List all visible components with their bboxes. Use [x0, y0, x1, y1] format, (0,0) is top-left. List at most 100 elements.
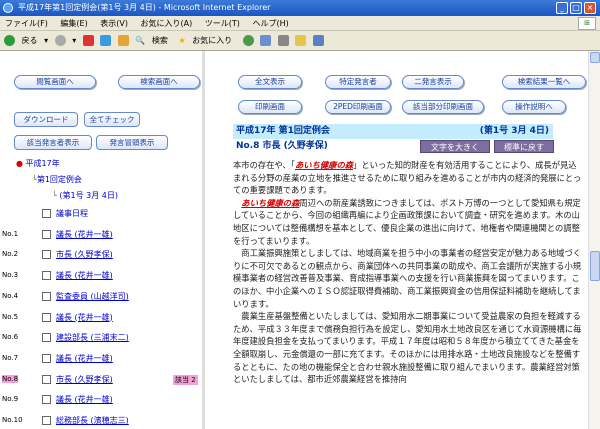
search-icon: 🔍 — [135, 36, 146, 45]
show-opening-remarks-button[interactable]: 発言冒頭表示 — [96, 135, 168, 150]
vertical-scrollbar[interactable] — [588, 51, 600, 429]
scroll-up-icon[interactable] — [590, 52, 600, 63]
paragraph-text: 商工業振興施策としましては、地域商業を担う中小の事業者の経営安定が魅力ある地域づ… — [233, 248, 582, 309]
speaker-link[interactable]: 議事日程 — [56, 208, 88, 219]
refresh-icon[interactable] — [100, 35, 112, 46]
speaker-link[interactable]: 監査委員 (山越洋司) — [56, 291, 129, 302]
menu-tools[interactable]: ツール(T) — [200, 16, 245, 31]
menu-edit[interactable]: 編集(E) — [55, 16, 92, 31]
history-icon[interactable] — [242, 35, 254, 46]
speaker-link[interactable]: 議長 (花井一雄) — [56, 353, 113, 364]
tree-node-year[interactable]: ● 平成17年 — [16, 158, 60, 169]
tree-branch-icon: └ — [52, 191, 57, 200]
right-frame: 全文表示 特定発言者 二発言表示 検索結果一覧へ 印刷画面 2PED印刷画面 該… — [208, 51, 600, 429]
close-icon[interactable]: × — [584, 2, 596, 14]
menu-file[interactable]: ファイル(F) — [0, 16, 53, 31]
row-number: No.4 — [2, 291, 19, 300]
windows-logo-icon: ⊞ — [578, 17, 596, 30]
print-icon[interactable] — [277, 35, 289, 46]
show-matching-speakers-button[interactable]: 該当発言者表示 — [14, 135, 92, 150]
stop-icon[interactable] — [82, 35, 94, 46]
row-checkbox[interactable] — [42, 395, 51, 405]
speech-body: 本市の存在や、「あいち健康の森」といった知的財産を有効活用することにより、成長が… — [233, 159, 583, 429]
row-number: No.9 — [2, 395, 19, 404]
tree-node-number[interactable]: └ (第1号 3月 4日) — [52, 190, 118, 201]
left-frame: 閲覧画面へ 検索画面へ ダウンロード 全てチェック 該当発言者表示 発言冒頭表示… — [0, 51, 205, 429]
two-speech-button[interactable]: 二発言表示 — [402, 75, 464, 89]
menu-help[interactable]: ヘルプ(H) — [247, 16, 293, 31]
paragraph-text: 本市の存在や、「 — [233, 160, 295, 170]
speaker-link[interactable]: 議長 (花井一雄) — [56, 394, 113, 405]
partial-print-screen-button[interactable]: 該当部分印刷画面 — [402, 100, 484, 114]
speaker-link[interactable]: 議長 (花井一雄) — [56, 312, 113, 323]
forward-button[interactable]: ▾ — [54, 31, 76, 51]
speech-paragraph: 農業生産基盤整備といたしましては、愛知用水二期事業について受益農家の負担を軽減す… — [233, 310, 583, 386]
maximize-icon[interactable]: □ — [570, 2, 582, 14]
font-standard-button[interactable]: 標準に戻す — [494, 140, 554, 153]
back-button[interactable]: 戻る ▾ — [4, 31, 48, 51]
mail-icon[interactable] — [260, 35, 272, 46]
row-number: No.2 — [2, 250, 19, 259]
tree-bullet-icon: ● — [16, 159, 23, 168]
keyword-highlight: あいち健康の森 — [241, 197, 300, 208]
full-text-button[interactable]: 全文表示 — [238, 75, 302, 89]
paragraph-text: 農業生産基盤整備といたしましては、愛知用水二期事業について受益農家の負担を軽減す… — [233, 311, 582, 385]
row-checkbox[interactable] — [42, 229, 51, 239]
operation-guide-button[interactable]: 操作説明へ — [502, 100, 566, 114]
ie-logo-icon — [3, 3, 13, 13]
row-checkbox[interactable] — [42, 416, 51, 425]
row-checkbox[interactable] — [42, 353, 51, 363]
folder-icon[interactable] — [295, 35, 307, 46]
scroll-thumb[interactable] — [590, 251, 600, 281]
speaker-link[interactable]: 総務部長 (濱穂志三) — [56, 415, 129, 426]
session-date: (第1号 3月 4日) — [479, 126, 549, 136]
messenger-icon[interactable] — [312, 35, 324, 46]
row-checkbox[interactable] — [42, 250, 51, 260]
home-icon[interactable] — [117, 35, 129, 46]
menu-view[interactable]: 表示(V) — [95, 16, 133, 31]
specific-speaker-button[interactable]: 特定発言者 — [325, 75, 391, 89]
speaker-name: No.8 市長 (久野孝保) — [236, 141, 328, 151]
menu-bar: ファイル(F) 編集(E) 表示(V) お気に入り(A) ツール(T) ヘルプ(… — [0, 16, 600, 31]
row-number: No.8 — [2, 374, 19, 383]
speaker-link[interactable]: 市長 (久野孝保) — [56, 249, 113, 260]
search-screen-button[interactable]: 検索画面へ — [118, 75, 200, 89]
star-icon: ★ — [178, 36, 186, 45]
search-results-list-button[interactable]: 検索結果一覧へ — [502, 75, 586, 89]
favorites-button[interactable]: ★ お気に入り — [178, 31, 236, 51]
row-number: No.1 — [2, 229, 19, 238]
row-checkbox[interactable] — [42, 374, 51, 384]
window-title: 平成17年第1回定例会(第1号 3月 4日) - Microsoft Inter… — [18, 3, 271, 12]
title-bar: 平成17年第1回定例会(第1号 3月 4日) - Microsoft Inter… — [0, 0, 600, 16]
back-arrow-icon — [4, 35, 15, 46]
search-button[interactable]: 🔍 検索 — [135, 31, 172, 51]
speech-paragraph: あいち健康の森周辺への新産業誘致につきましては、ポスト万博の一つとして愛知県も規… — [233, 197, 583, 247]
speaker-link[interactable]: 市長 (久野孝保) — [56, 374, 113, 385]
minimize-icon[interactable]: _ — [556, 2, 568, 14]
row-checkbox[interactable] — [42, 291, 51, 301]
font-larger-button[interactable]: 文字を大きく — [420, 140, 490, 153]
2ped-print-screen-button[interactable]: 2PED印刷画面 — [325, 100, 391, 114]
forward-arrow-icon — [54, 35, 66, 46]
download-button[interactable]: ダウンロード — [14, 112, 78, 127]
row-number: No.7 — [2, 353, 19, 362]
row-checkbox[interactable] — [42, 333, 51, 343]
session-header: 平成17年 第1回定例会 (第1号 3月 4日) — [233, 124, 553, 139]
menu-favorites[interactable]: お気に入り(A) — [136, 16, 198, 31]
tree-node-session[interactable]: └第1回定例会 — [32, 174, 82, 185]
row-number: No.3 — [2, 271, 19, 280]
row-checkbox[interactable] — [42, 312, 51, 322]
speaker-link[interactable]: 議長 (花井一雄) — [56, 270, 113, 281]
row-checkbox[interactable] — [42, 271, 51, 281]
check-all-button[interactable]: 全てチェック — [84, 112, 140, 127]
browse-screen-button[interactable]: 閲覧画面へ — [14, 75, 96, 89]
row-number: No.10 — [2, 416, 23, 424]
speaker-link[interactable]: 議長 (花井一雄) — [56, 229, 113, 240]
match-count-badge: 該当 2 — [173, 374, 198, 385]
speaker-link[interactable]: 建設部長 (三浦末二) — [56, 332, 129, 343]
row-checkbox[interactable] — [42, 209, 51, 218]
session-title: 平成17年 第1回定例会 — [236, 126, 330, 136]
print-screen-button[interactable]: 印刷画面 — [238, 100, 302, 114]
speech-paragraph: 本市の存在や、「あいち健康の森」といった知的財産を有効活用することにより、成長が… — [233, 159, 583, 197]
row-number: No.5 — [2, 312, 19, 321]
